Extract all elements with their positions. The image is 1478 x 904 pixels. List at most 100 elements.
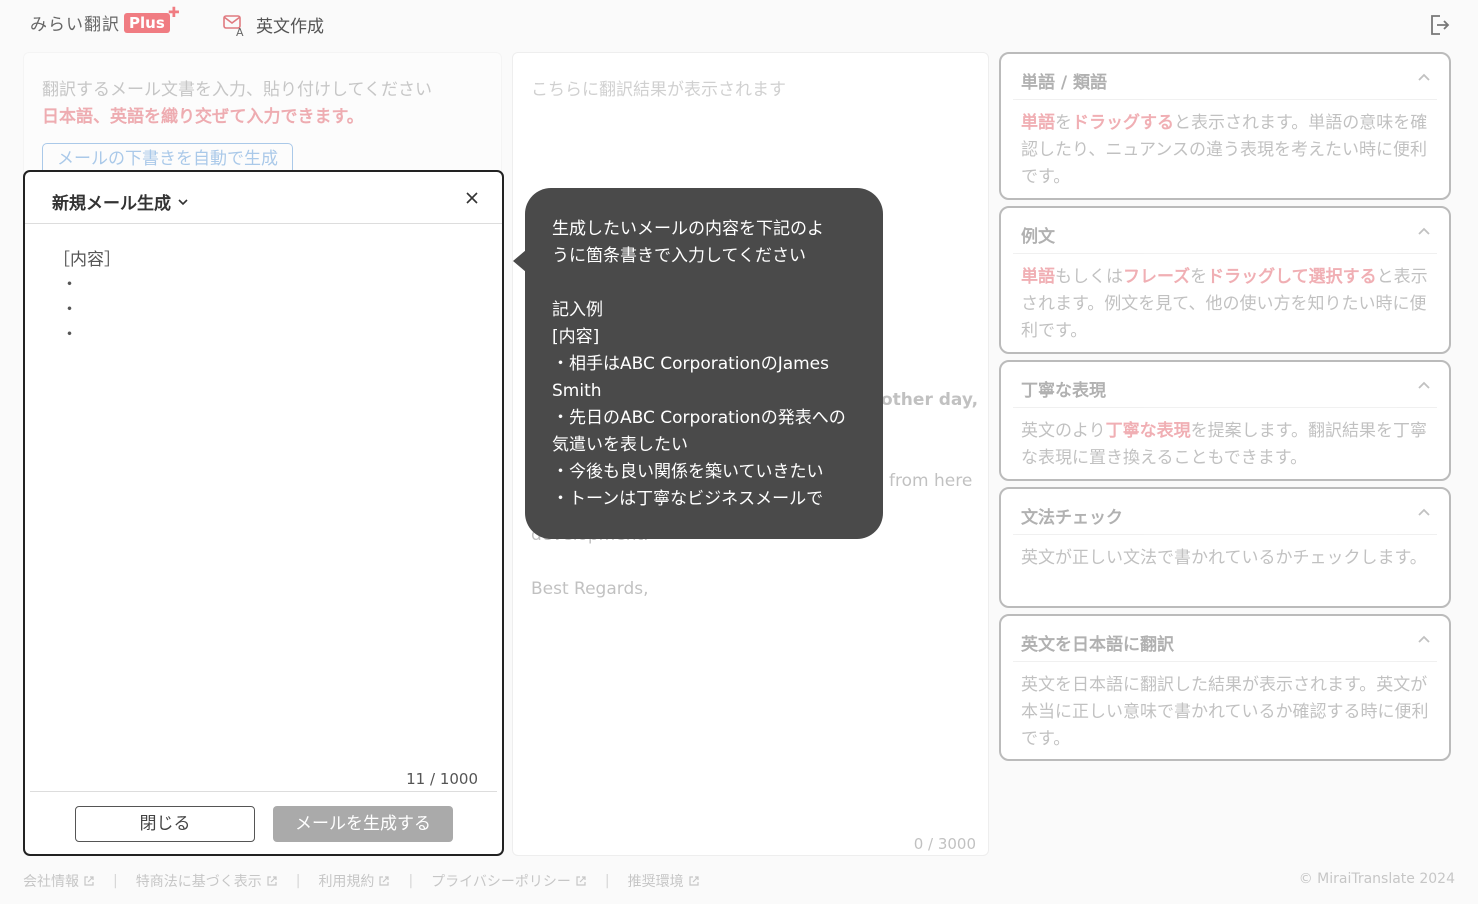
bullet-line: ・ — [61, 275, 78, 295]
chevron-up-icon[interactable] — [1417, 505, 1431, 519]
card-header[interactable]: 単語 / 類語 — [1013, 54, 1437, 100]
tooltip-line: 記入例 — [552, 300, 603, 320]
close-icon[interactable] — [464, 190, 480, 206]
bullet-line: ・ — [61, 325, 78, 345]
input-example-tooltip: 生成したいメールの内容を下記のよ うに箇条書きで入力してください 記入例 [内容… — [513, 188, 883, 539]
footer-link-label: 会社情報 — [23, 874, 79, 890]
card-example-sentence[interactable]: 例文 単語もしくはフレーズをドラッグして選択すると表示されます。例文を見て、他の… — [999, 206, 1451, 354]
chevron-up-icon[interactable] — [1417, 70, 1431, 84]
card-body: 英文を日本語に翻訳した結果が表示されます。英文が本当に正しい意味で書かれているか… — [1001, 662, 1449, 753]
card-header[interactable]: 丁寧な表現 — [1013, 362, 1437, 408]
external-link-icon — [576, 876, 586, 886]
modal-header: 新規メール生成 — [25, 172, 502, 224]
card-polite-expression[interactable]: 丁寧な表現 英文のより丁寧な表現を提案します。翻訳結果を丁寧な表現に置き換えるこ… — [999, 360, 1451, 481]
footer-link-privacy[interactable]: プライバシーポリシー — [431, 871, 587, 891]
card-highlight-text: 丁寧な表現 — [1105, 421, 1191, 441]
output-placeholder: こちらに翻訳結果が表示されます — [531, 80, 786, 100]
tooltip-line: 気遣いを表したい — [552, 435, 688, 455]
footer-link-label: 利用規約 — [318, 874, 375, 890]
copyright: © MiraiTranslate 2024 — [1298, 871, 1455, 887]
bullet-line: ・ — [61, 300, 78, 320]
card-highlight-text: 単語 — [1021, 267, 1055, 287]
logo-text: みらい翻訳 — [30, 15, 120, 35]
chevron-down-icon — [178, 198, 188, 205]
modal-title-dropdown[interactable]: 新規メール生成 — [52, 189, 189, 214]
card-highlight-text: ドラッグして選択する — [1207, 267, 1377, 287]
generate-mail-button[interactable]: メールを生成する — [273, 806, 453, 842]
card-header[interactable]: 文法チェック — [1013, 489, 1437, 535]
footer-link-label: 特商法に基づく表示 — [135, 874, 262, 890]
modal-footer: 閉じる メールを生成する — [30, 791, 497, 855]
footer-separator: | — [295, 873, 301, 889]
footer-link-company[interactable]: 会社情報 — [23, 871, 95, 891]
tooltip-line: ・今後も良い関係を築いていきたい — [552, 462, 824, 482]
external-link-icon — [267, 876, 277, 886]
output-fragment: Best Regards, — [531, 579, 649, 599]
footer-link-label: 推奨環境 — [627, 874, 684, 890]
card-body: 単語もしくはフレーズをドラッグして選択すると表示されます。例文を見て、他の使い方… — [1001, 254, 1449, 345]
tooltip-gap — [552, 270, 863, 297]
modal-title: 新規メール生成 — [52, 194, 171, 214]
card-title: 例文 — [1021, 227, 1055, 247]
card-text: もしくは — [1055, 267, 1123, 287]
source-placeholder-note: 日本語、英語を織り交ぜて入力できます。 — [42, 107, 364, 127]
footer-link-environment[interactable]: 推奨環境 — [628, 871, 700, 891]
tooltip-line: ・相手はABC CorporationのJames — [552, 354, 829, 374]
chevron-up-icon[interactable] — [1417, 632, 1431, 646]
logout-icon[interactable] — [1428, 14, 1450, 36]
card-highlight-text: 単語 — [1021, 113, 1055, 133]
logo-badge-label: Plus — [129, 13, 165, 32]
external-link-icon — [689, 876, 699, 886]
card-word-synonym[interactable]: 単語 / 類語 単語をドラッグすると表示されます。単語の意味を確認したり、ニュア… — [999, 52, 1451, 200]
card-body: 英文のより丁寧な表現を提案します。翻訳結果を丁寧な表現に置き換えることもできます… — [1001, 408, 1449, 472]
card-text: 英文を日本語に翻訳した結果が表示されます。英文が本当に正しい意味で書かれているか… — [1021, 675, 1429, 749]
card-text: 英文のより — [1021, 421, 1106, 441]
footer-separator: | — [113, 873, 118, 889]
card-body: 単語をドラッグすると表示されます。単語の意味を確認したり、ニュアンスの違う表現を… — [1001, 100, 1449, 191]
card-highlight-text: フレーズ — [1123, 267, 1191, 287]
chevron-up-icon[interactable] — [1417, 224, 1431, 238]
card-grammar-check[interactable]: 文法チェック 英文が正しい文法で書かれているかチェックします。 — [999, 487, 1451, 608]
tooltip-line: ・先日のABC Corporationの発表への — [552, 408, 846, 428]
card-text: を — [1190, 267, 1208, 287]
card-text: を — [1055, 113, 1072, 133]
svg-text:A: A — [236, 26, 244, 37]
mail-translate-icon: A — [223, 14, 244, 37]
new-mail-modal: 新規メール生成 ［内容］ ・ ・ ・ 11 / 1000 閉じる メールを生成す… — [23, 170, 504, 856]
app-header: みらい翻訳 Plus ✚ A 英文作成 — [0, 0, 1478, 50]
mode-label: 英文作成 — [256, 17, 324, 37]
footer-link-tokushoho[interactable]: 特商法に基づく表示 — [136, 871, 278, 891]
chevron-up-icon[interactable] — [1417, 378, 1431, 392]
footer-link-terms[interactable]: 利用規約 — [318, 871, 390, 891]
content-label: ［内容］ — [53, 250, 121, 270]
output-char-counter: 0 / 3000 — [913, 835, 976, 853]
tooltip-line: [内容] — [552, 327, 600, 347]
card-title: 単語 / 類語 — [1021, 73, 1108, 93]
source-placeholder: 翻訳するメール文書を入力、貼り付けしてください — [42, 80, 432, 100]
app-logo[interactable]: みらい翻訳 Plus ✚ — [30, 5, 180, 36]
tooltip-line: ・トーンは丁寧なビジネスメールで — [552, 489, 824, 509]
close-button[interactable]: 閉じる — [75, 806, 255, 842]
external-link-icon — [84, 876, 94, 886]
mail-content-textarea[interactable]: ［内容］ ・ ・ ・ — [53, 248, 121, 348]
footer-link-label: プライバシーポリシー — [431, 874, 571, 890]
card-text: 英文が正しい文法で書かれているかチェックします。 — [1021, 548, 1427, 568]
tooltip-line: 生成したいメールの内容を下記のよ — [552, 219, 824, 239]
modal-char-counter: 11 / 1000 — [406, 770, 478, 788]
card-header[interactable]: 英文を日本語に翻訳 — [1013, 616, 1437, 662]
card-title: 丁寧な表現 — [1021, 381, 1106, 401]
tooltip-arrow — [513, 250, 526, 272]
plus-sparkle-icon: ✚ — [168, 4, 180, 21]
card-header[interactable]: 例文 — [1013, 208, 1437, 254]
external-link-icon — [379, 876, 390, 886]
footer-separator: | — [604, 873, 610, 889]
card-highlight-text: ドラッグする — [1072, 113, 1174, 133]
card-title: 文法チェック — [1021, 508, 1123, 528]
tooltip-line: Smith — [552, 381, 602, 401]
card-title: 英文を日本語に翻訳 — [1021, 635, 1174, 655]
card-back-translation[interactable]: 英文を日本語に翻訳 英文を日本語に翻訳した結果が表示されます。英文が本当に正しい… — [999, 614, 1451, 761]
logo-plus-badge: Plus ✚ — [124, 5, 180, 33]
output-fragment: other day, — [881, 390, 979, 410]
mode-english-writing[interactable]: A 英文作成 — [222, 12, 324, 37]
tooltip-line: うに箇条書きで入力してください — [552, 246, 806, 266]
